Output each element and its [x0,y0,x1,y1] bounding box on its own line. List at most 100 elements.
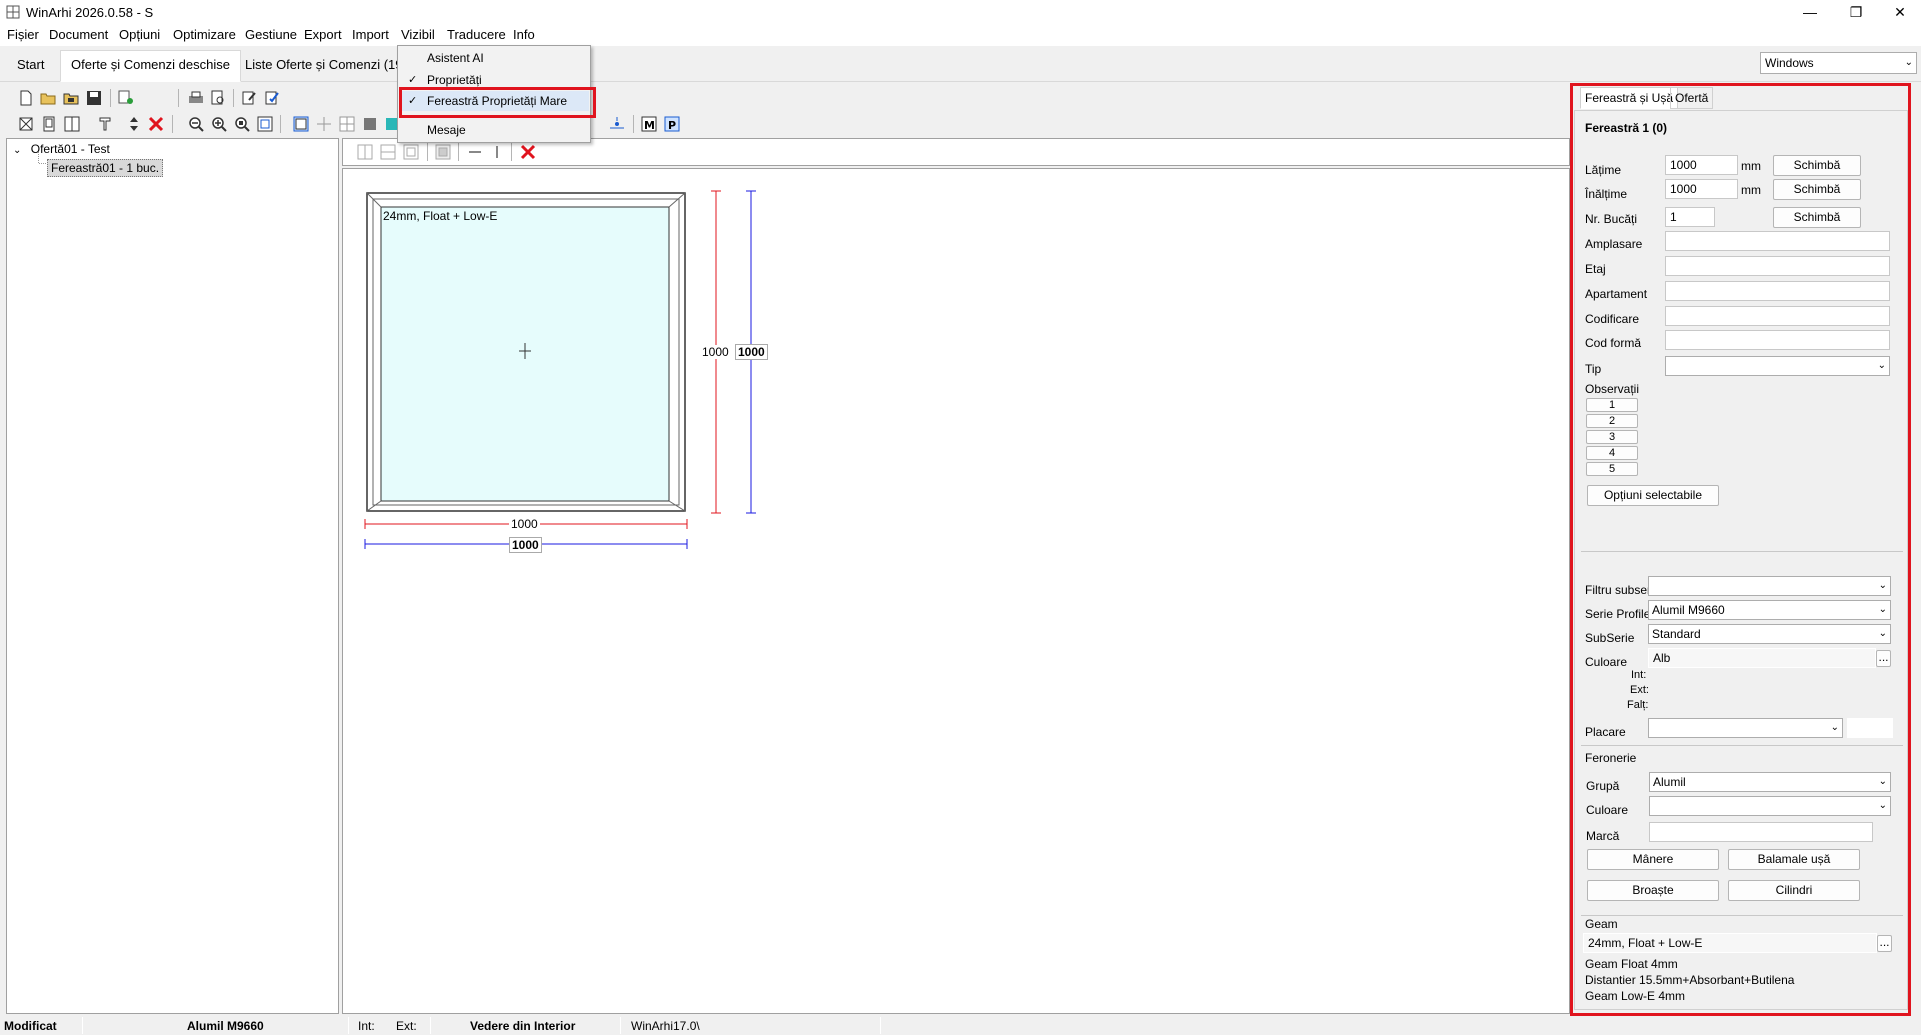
status-bar: Modificat Alumil M9660 Int: Ext: Vedere … [0,1016,1921,1035]
document-tabs: Start Oferte și Comenzi deschise Liste O… [0,46,1921,82]
restore-button[interactable]: ❐ [1833,0,1879,24]
windows-combo[interactable]: Windows ⌄ [1760,52,1917,74]
svg-text:M: M [644,119,655,132]
menu-bar: Fișier Document Opțiuni Optimizare Gesti… [0,24,1921,46]
status-view: Vedere din Interior [470,1019,576,1033]
tree-child-node[interactable]: Fereastră01 - 1 buc. [47,159,164,177]
zoom-out-icon[interactable] [188,116,204,132]
title-bar: WinArhi 2026.0.58 - S — ❐ ✕ [0,0,1921,24]
height-dim-blue-label[interactable]: 1000 [735,344,768,360]
export-image-icon[interactable] [118,90,134,106]
frame-view-icon[interactable] [293,116,309,132]
main-toolbar-row1 [0,88,320,108]
new-document-icon[interactable] [18,90,34,106]
tab-oferte-comenzi-deschise[interactable]: Oferte și Comenzi deschise [60,50,241,82]
profile-section-icon[interactable] [97,116,113,132]
toolbar-separator [110,89,111,107]
tree-root-node[interactable]: ⌄ Ofertă01 - Test [13,142,110,156]
toolbar-separator [427,143,428,161]
menu-document[interactable]: Document [49,27,108,42]
split-vertical-icon[interactable] [357,144,373,160]
windows-combo-value: Windows [1765,56,1814,70]
menu-item-label: Asistent AI [427,51,484,65]
menu-export[interactable]: Export [304,27,342,42]
menu-item-asistent-ai[interactable]: Asistent AI [399,48,589,68]
tab-liste-oferte[interactable]: Liste Oferte și Comenzi (192 [234,50,421,82]
toolbar-separator [172,115,173,133]
status-separator [430,1017,431,1034]
status-path: WinArhi17.0\ [631,1019,700,1033]
dimension-points-icon[interactable] [609,116,625,132]
drawing-canvas[interactable]: 24mm, Float + Low-E 1000 1000 1000 1000 [342,168,1570,1014]
status-series: Alumil M9660 [187,1019,264,1033]
glass-label: 24mm, Float + Low-E [383,209,498,223]
menu-optimizare[interactable]: Optimizare [173,27,236,42]
menu-import[interactable]: Import [352,27,389,42]
menu-item-mesaje[interactable]: Mesaje [399,120,589,140]
fixed-glass-icon[interactable] [435,144,451,160]
chevron-down-icon: ⌄ [1904,57,1913,68]
menu-item-label: Mesaje [427,123,466,137]
zoom-in-icon[interactable] [211,116,227,132]
door-icon[interactable] [41,116,57,132]
move-up-down-icon[interactable] [126,116,142,132]
app-logo-icon [6,5,20,19]
tree-expand-icon[interactable]: ⌄ [13,145,21,156]
edit-offer-icon[interactable] [264,90,280,106]
grid-icon[interactable] [339,116,355,132]
print-preview-icon[interactable] [210,90,226,106]
vertical-bar-icon[interactable] [489,144,505,160]
menu-item-label: Proprietăți [427,73,482,87]
menu-info[interactable]: Info [513,27,535,42]
status-state: Modificat [4,1019,57,1033]
svg-text:P: P [668,119,676,132]
toolbar-separator [280,115,281,133]
menu-optiuni[interactable]: Opțiuni [119,27,160,42]
toolbar-separator [511,143,512,161]
split-horizontal-icon[interactable] [380,144,396,160]
menu-fisier[interactable]: Fișier [7,27,39,42]
toolbar-separator [178,89,179,107]
status-separator [348,1017,349,1034]
tab-start[interactable]: Start [6,50,55,82]
status-separator [880,1017,881,1034]
height-dim-red-label[interactable]: 1000 [701,345,730,359]
menu-traducere[interactable]: Traducere [447,27,506,42]
sash-icon[interactable] [403,144,419,160]
double-door-icon[interactable] [64,116,80,132]
open-archive-icon[interactable] [63,90,79,106]
width-dim-blue-label[interactable]: 1000 [509,537,542,553]
zoom-window-icon[interactable] [234,116,250,132]
close-window-button[interactable]: ✕ [1877,0,1921,24]
edit-document-icon[interactable] [241,90,257,106]
properties-highlight-box [1570,83,1911,1016]
toolbar-separator [233,89,234,107]
app-window: WinArhi 2026.0.58 - S — ❐ ✕ Fișier Docum… [0,0,1921,1035]
p-mode-icon[interactable]: P [664,116,680,132]
window-title: WinArhi 2026.0.58 - S [26,5,154,20]
status-int: Int: [358,1019,375,1033]
status-separator [82,1017,83,1034]
toolbar-separator [458,143,459,161]
menu-highlight-box [399,87,596,118]
window-type-icon[interactable] [18,116,34,132]
open-folder-icon[interactable] [40,90,56,106]
delete-icon[interactable] [148,116,164,132]
menu-gestiune[interactable]: Gestiune [245,27,297,42]
window-drawing [364,190,756,549]
delete-element-icon[interactable] [520,144,536,160]
menu-vizibil[interactable]: Vizibil [401,27,435,42]
toolbar-separator [633,115,634,133]
status-separator [620,1017,621,1034]
fill-panel-icon[interactable] [362,116,378,132]
offer-tree-panel: ⌄ Ofertă01 - Test Fereastră01 - 1 buc. [6,138,339,1014]
horizontal-bar-icon[interactable] [467,144,483,160]
mullion-cross-icon[interactable] [316,116,332,132]
save-icon[interactable] [86,90,102,106]
status-ext: Ext: [396,1019,417,1033]
width-dim-red-label[interactable]: 1000 [509,517,540,531]
minimize-button[interactable]: — [1787,0,1833,24]
print-icon[interactable] [188,90,204,106]
m-mode-icon[interactable]: M [641,116,657,132]
zoom-fit-icon[interactable] [257,116,273,132]
